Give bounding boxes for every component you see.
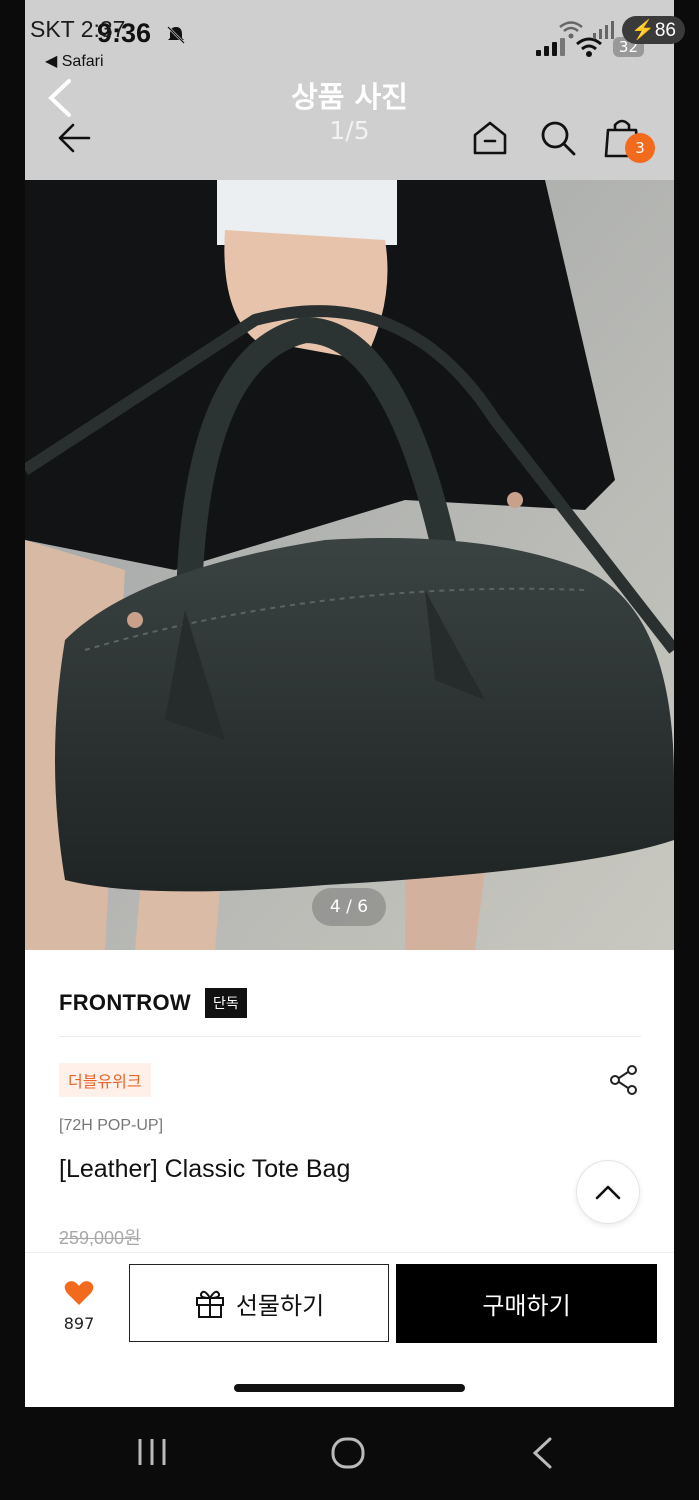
gift-icon bbox=[195, 1290, 224, 1318]
home-icon[interactable] bbox=[470, 118, 510, 158]
signal-icon bbox=[593, 21, 615, 39]
gift-label: 선물하기 bbox=[235, 1291, 325, 1320]
phone-screen: 9:36 ◀ Safari 32 상품 사진 1/5 3 4 / 6 FRONT… bbox=[25, 0, 674, 1407]
chevron-up-icon bbox=[595, 1185, 621, 1200]
buy-button[interactable]: 구매하기 bbox=[396, 1264, 657, 1343]
original-price: 259,000원 bbox=[59, 1228, 141, 1248]
charging-icon: ⚡ bbox=[631, 20, 655, 41]
android-status-bar: SKT 2:37 ⚡86 bbox=[0, 0, 699, 60]
carrier-time: SKT 2:37 bbox=[30, 16, 126, 42]
wifi-icon bbox=[559, 21, 583, 39]
android-nav-bar bbox=[0, 1407, 699, 1500]
search-icon[interactable] bbox=[538, 118, 578, 158]
product-title: [Leather] Classic Tote Bag bbox=[59, 1155, 351, 1183]
android-status-icons: ⚡86 bbox=[558, 16, 685, 44]
android-battery: ⚡86 bbox=[622, 16, 685, 44]
recent-apps-icon[interactable] bbox=[135, 1437, 169, 1467]
android-battery-level: 86 bbox=[654, 20, 676, 41]
like-button[interactable]: 897 bbox=[49, 1280, 109, 1333]
scroll-top-button[interactable] bbox=[576, 1160, 640, 1224]
back-arrow-icon[interactable] bbox=[57, 120, 93, 156]
buy-label: 구매하기 bbox=[482, 1292, 571, 1320]
like-count: 897 bbox=[63, 1314, 95, 1333]
home-indicator[interactable] bbox=[234, 1384, 465, 1392]
brand-row[interactable]: FRONTROW 단독 bbox=[59, 988, 247, 1018]
heart-icon bbox=[64, 1281, 94, 1305]
back-nav-icon[interactable] bbox=[530, 1437, 556, 1469]
product-photo[interactable] bbox=[25, 180, 674, 950]
cart-count-badge: 3 bbox=[625, 133, 655, 163]
gift-button[interactable]: 선물하기 bbox=[129, 1264, 389, 1342]
brand-name[interactable]: FRONTROW bbox=[59, 990, 191, 1016]
home-nav-icon[interactable] bbox=[330, 1437, 366, 1469]
photo-counter: 4 / 6 bbox=[312, 888, 386, 926]
divider bbox=[59, 1036, 641, 1037]
product-subtitle: [72H POP-UP] bbox=[59, 1117, 164, 1134]
promo-tag: 더블유위크 bbox=[59, 1063, 151, 1097]
product-photo-image bbox=[25, 180, 674, 950]
viewer-title: 상품 사진 bbox=[291, 80, 408, 114]
exclusive-badge: 단독 bbox=[204, 988, 247, 1018]
share-icon[interactable] bbox=[609, 1064, 639, 1096]
